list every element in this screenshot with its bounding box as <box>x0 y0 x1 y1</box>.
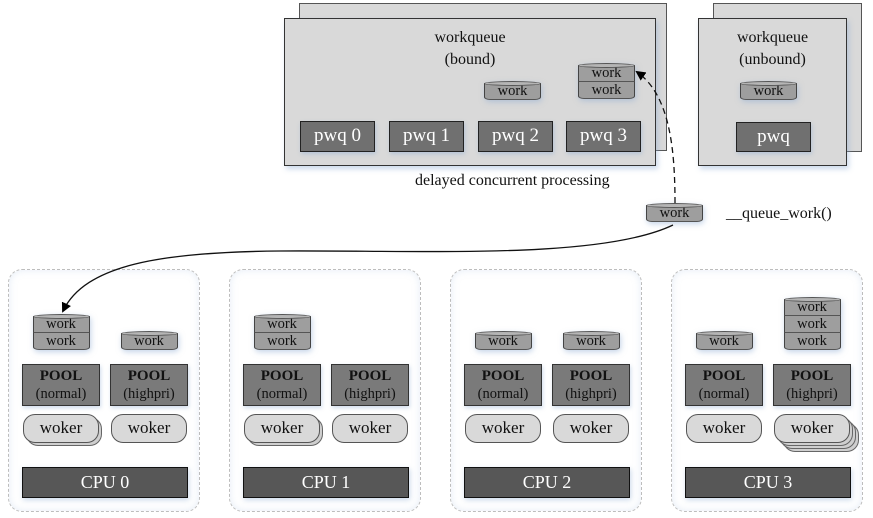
pool-normal-cpu1: POOL (normal) <box>243 364 321 406</box>
work-stack-top <box>32 314 90 319</box>
pwq-1: pwq 1 <box>389 121 464 152</box>
delayed-processing-label: delayed concurrent processing <box>415 172 610 189</box>
work-stack-0-highpri_pool: work <box>120 331 178 350</box>
work-stack-2-highpri_pool: work <box>562 331 620 350</box>
work-item: work <box>783 333 841 350</box>
pool-normal-cpu3: POOL (normal) <box>685 364 763 406</box>
bound-workqueue-title-line1: workqueue <box>434 29 506 46</box>
worker-cpu3-normal_pool: woker <box>686 414 762 443</box>
work-item: work <box>783 316 841 333</box>
work-item: work <box>32 333 90 350</box>
pool-subtitle: (highpri) <box>344 386 396 402</box>
unbound-workqueue-title-line1: workqueue <box>736 29 809 46</box>
work-stack-unbound: work <box>740 81 797 100</box>
work-stack-pwq2: work <box>484 81 541 100</box>
pool-title: POOL <box>348 368 392 384</box>
work-stack-pwq3: work work <box>578 63 635 99</box>
queue-work-function-label: __queue_work() <box>726 205 832 222</box>
work-item: work <box>253 333 311 350</box>
pool-highpri-cpu3: POOL (highpri) <box>773 364 851 406</box>
cpu-label-0: CPU 0 <box>22 467 188 498</box>
pool-title: POOL <box>790 368 834 384</box>
pool-title: POOL <box>127 368 171 384</box>
incoming-work: work <box>646 203 703 222</box>
worker-cpu1-highpri_pool: woker <box>332 414 408 443</box>
pool-subtitle: (normal) <box>698 386 750 402</box>
work-stack-top <box>646 203 703 208</box>
pool-highpri-cpu0: POOL (highpri) <box>110 364 188 406</box>
work-stack-top <box>695 331 753 336</box>
pool-subtitle: (highpri) <box>123 386 175 402</box>
pool-normal-cpu0: POOL (normal) <box>22 364 100 406</box>
work-stack-top <box>578 63 635 68</box>
work-stack-1-normal_pool: work work <box>253 314 311 350</box>
pool-subtitle: (normal) <box>256 386 308 402</box>
pool-subtitle: (highpri) <box>565 386 617 402</box>
pool-highpri-cpu1: POOL (highpri) <box>331 364 409 406</box>
work-item: work <box>578 82 635 99</box>
pwq-2: pwq 2 <box>478 121 553 152</box>
worker-cpu3-highpri_pool: woker <box>774 414 850 443</box>
work-stack-top <box>740 81 797 86</box>
work-stack-3-highpri_pool: work work work <box>783 297 841 350</box>
pool-highpri-cpu2: POOL (highpri) <box>552 364 630 406</box>
work-stack-top <box>474 331 532 336</box>
pool-title: POOL <box>481 368 525 384</box>
work-stack-top <box>484 81 541 86</box>
cpu-label-3: CPU 3 <box>685 467 851 498</box>
pool-title: POOL <box>39 368 83 384</box>
pool-title: POOL <box>569 368 613 384</box>
pwq-unbound: pwq <box>736 122 811 152</box>
cpu-label-1: CPU 1 <box>243 467 409 498</box>
unbound-workqueue-title-line2: (unbound) <box>739 51 806 68</box>
work-stack-0-normal_pool: work work <box>32 314 90 350</box>
pool-normal-cpu2: POOL (normal) <box>464 364 542 406</box>
work-stack-2-normal_pool: work <box>474 331 532 350</box>
pool-subtitle: (highpri) <box>786 386 838 402</box>
work-stack-top <box>253 314 311 319</box>
worker-cpu1-normal_pool: woker <box>244 414 320 443</box>
cpu-label-2: CPU 2 <box>464 467 630 498</box>
work-stack-top <box>120 331 178 336</box>
worker-cpu0-highpri_pool: woker <box>111 414 187 443</box>
work-stack-top <box>783 297 841 302</box>
pwq-0: pwq 0 <box>300 121 375 152</box>
worker-cpu2-highpri_pool: woker <box>553 414 629 443</box>
worker-cpu0-normal_pool: woker <box>23 414 99 443</box>
pool-subtitle: (normal) <box>35 386 87 402</box>
work-stack-top <box>562 331 620 336</box>
pwq-3: pwq 3 <box>566 121 641 152</box>
worker-cpu2-normal_pool: woker <box>465 414 541 443</box>
pool-subtitle: (normal) <box>477 386 529 402</box>
pool-title: POOL <box>260 368 304 384</box>
work-stack-3-normal_pool: work <box>695 331 753 350</box>
pool-title: POOL <box>702 368 746 384</box>
unbound-workqueue-title: workqueue (unbound) <box>699 27 846 71</box>
